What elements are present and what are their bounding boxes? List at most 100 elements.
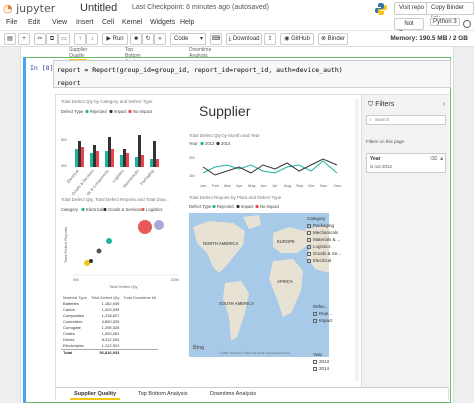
checkpoint-status: Last Checkpoint: 6 minutes ago (autosave… xyxy=(132,4,269,11)
point-4 xyxy=(106,238,112,244)
report-scrollbar[interactable] xyxy=(355,99,359,381)
save-icon[interactable]: ▤ xyxy=(4,33,16,45)
checkbox-icon xyxy=(313,359,317,364)
keyboard-icon[interactable]: ⌨ xyxy=(210,33,222,45)
github-button[interactable]: ◉ GitHub xyxy=(280,33,314,45)
slicer-option[interactable]: Mechanicals xyxy=(307,229,353,236)
bar-electrical-noimpact xyxy=(81,147,84,167)
v2-month-jan: Jan xyxy=(200,183,206,188)
v3-legend-label: Category xyxy=(61,207,79,212)
v2-month-nov: Nov xyxy=(320,183,327,188)
bar-mechanicals-rejected xyxy=(135,157,138,167)
defects-by-month-chart[interactable]: Year 2013 2014 2M 1M Jan Feb Mar Apr May… xyxy=(187,137,353,193)
year-filter-card[interactable]: Year is not 2012 ⌫ 🔒︎ xyxy=(366,153,446,173)
add-cell-icon[interactable]: + xyxy=(18,33,30,45)
tab-supplier-quality[interactable]: Supplier Quality xyxy=(70,388,121,400)
copy-binder-link-button[interactable]: Copy Binder link xyxy=(426,2,474,22)
run-button[interactable]: ▶ Run xyxy=(102,33,128,45)
v2-month-aug: Aug xyxy=(284,183,291,188)
notebook-title[interactable]: Untitled xyxy=(80,2,117,14)
slicer-option[interactable]: Logistics xyxy=(307,243,353,250)
copy-icon[interactable]: ⧉ xyxy=(46,33,58,45)
move-down-icon[interactable]: ↓ xyxy=(86,33,98,45)
slicer-option[interactable]: Goods & Se... xyxy=(307,250,353,257)
menu-insert[interactable]: Insert xyxy=(76,19,94,26)
visit-repo-button[interactable]: Visit repo xyxy=(394,2,429,15)
map-label-europe: EUROPE xyxy=(277,239,295,244)
cut-icon[interactable]: ✂ xyxy=(34,33,46,45)
logo-text: jupyter xyxy=(16,2,56,15)
jupyter-logo[interactable]: ◔ jupyter xyxy=(3,2,55,15)
trust-button[interactable]: Not Trusted xyxy=(394,18,424,37)
slicer-option[interactable]: Materials & ... xyxy=(307,236,353,243)
defects-by-category-chart[interactable]: Defect Type Rejected Impact No Impact 5M… xyxy=(59,105,177,195)
upload-icon[interactable]: ⇪ xyxy=(264,33,276,45)
slicer-option[interactable]: Packaging xyxy=(307,222,353,229)
bar-logistics-rejected xyxy=(120,155,123,167)
slicer-defect-title: Defec... xyxy=(313,304,329,309)
v2-month-sep: Sep xyxy=(296,183,304,188)
menu-widgets[interactable]: Widgets xyxy=(150,19,175,26)
slicer-option[interactable]: Impact xyxy=(313,317,353,324)
kernel-name[interactable]: Python 3 xyxy=(430,18,460,26)
v2-ytick-1m: 1M xyxy=(189,173,195,178)
defect-slicer[interactable]: Defec... Reje... Impact xyxy=(313,303,353,324)
collapse-pane-icon[interactable]: › xyxy=(443,101,445,108)
cell-type-value: Code xyxy=(174,36,189,42)
menu-help[interactable]: Help xyxy=(180,19,194,26)
filter-funnel-icon: ⛉ xyxy=(368,101,374,108)
download-button[interactable]: ⤓ Download xyxy=(226,33,262,45)
search-placeholder: Search xyxy=(375,117,390,122)
checkbox-icon xyxy=(307,237,311,242)
notebook-area: Supplier Quality Top Bottom Analysis Dow… xyxy=(20,47,454,403)
binder-button[interactable]: ⊗ Binder xyxy=(318,33,348,45)
slicer-category-title: Category xyxy=(307,216,326,221)
v2-month-feb: Feb xyxy=(212,183,220,188)
tab-downtime-analysis[interactable]: Downtime Analysis xyxy=(206,388,260,400)
restart-icon[interactable]: ↻ xyxy=(142,33,154,45)
bar-materials-impact xyxy=(108,137,111,167)
year-slicer[interactable]: Year 2013 2014 xyxy=(313,351,353,372)
bing-logo: Bing xyxy=(193,345,204,351)
v3-legend-electrical-dot xyxy=(81,207,85,212)
v2-legend-2013-dot xyxy=(200,141,204,146)
code-cell[interactable]: In [8]: report = Report(group_id=group_i… xyxy=(23,57,451,403)
checkbox-icon xyxy=(307,258,311,263)
v1-legend-rejected: Rejected xyxy=(90,109,107,114)
checkbox-icon xyxy=(307,223,311,228)
menu-cell[interactable]: Cell xyxy=(102,19,114,26)
menu-kernel[interactable]: Kernel xyxy=(122,19,142,26)
filters-search-input[interactable]: ⌕ Search xyxy=(366,115,446,125)
code-line-2: report xyxy=(57,79,81,87)
fast-forward-icon[interactable]: » xyxy=(154,33,166,45)
powerbi-report[interactable]: Supplier Total Defect Qty by Category an… xyxy=(55,94,449,400)
tab-top-bottom-analysis[interactable]: Top Bottom Analysis xyxy=(134,388,192,400)
slicer-option[interactable]: Electrical xyxy=(307,257,353,264)
cell-type-select[interactable]: Code ▾ xyxy=(170,33,206,45)
report-page-tabs: Supplier Quality Top Bottom Analysis Dow… xyxy=(56,387,448,400)
code-editor[interactable]: report = Report(group_id=group_id, repor… xyxy=(53,60,451,88)
eraser-icon[interactable]: ⌫ xyxy=(430,156,437,162)
move-up-icon[interactable]: ↑ xyxy=(74,33,86,45)
bar-logistics-impact xyxy=(123,149,126,167)
checkbox-icon xyxy=(307,244,311,249)
v1-legend-rejected-dot xyxy=(85,109,89,114)
menu-edit[interactable]: Edit xyxy=(28,19,40,26)
bar-packaging-noimpact xyxy=(156,159,159,167)
run-label: Run xyxy=(112,36,124,42)
defects-scatter-chart[interactable]: Category Electrical Goods & Services Log… xyxy=(59,203,184,291)
stop-icon[interactable]: ■ xyxy=(130,33,142,45)
paste-icon[interactable]: ▭ xyxy=(58,33,70,45)
category-slicer[interactable]: Category Packaging Mechanicals Materials… xyxy=(307,215,353,264)
v3-xtick-20m: 20M xyxy=(171,277,179,282)
toolbar: ▤ + ✂ ⧉ ▭ ↑ ↓ ▶ Run ■ ↻ » Code ▾ ⌨ ⤓ Dow… xyxy=(0,31,474,47)
bar-electrical-impact xyxy=(78,141,81,167)
slicer-option[interactable]: Reje... xyxy=(313,310,353,317)
v4-legend-rejected: Rejected xyxy=(217,204,234,209)
slicer-option[interactable]: 2014 xyxy=(313,365,353,372)
material-table[interactable]: Material Type Total Defect Qty Total Downt… xyxy=(61,295,183,383)
v2-ytick-2m: 2M xyxy=(189,155,195,160)
menu-view[interactable]: View xyxy=(52,19,67,26)
slicer-option[interactable]: 2013 xyxy=(313,358,353,365)
menu-file[interactable]: File xyxy=(6,19,17,26)
